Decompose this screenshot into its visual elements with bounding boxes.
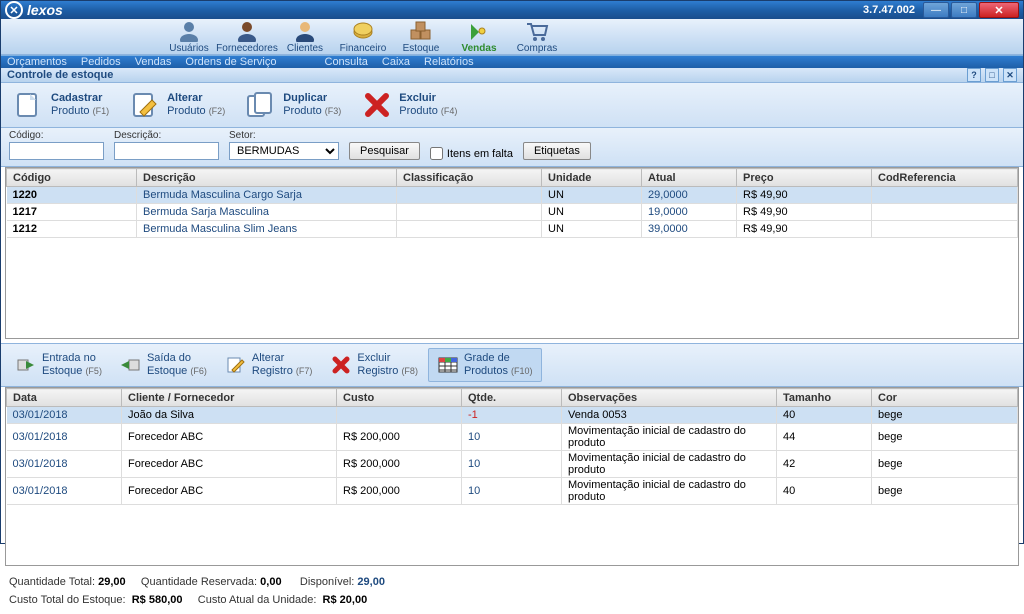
saida-estoque-button[interactable]: Saída doEstoque (F6) — [112, 349, 215, 381]
col-codreferencia[interactable]: CodReferencia — [872, 169, 1018, 187]
alterar-produto-button[interactable]: AlterarProduto (F2) — [123, 87, 237, 123]
edit-doc-icon — [129, 91, 161, 119]
setor-label: Setor: — [229, 130, 339, 141]
table-row[interactable]: 1217Bermuda Sarja MasculinaUN19,0000R$ 4… — [7, 204, 1018, 221]
nav-usuarios[interactable]: Usuários — [161, 19, 217, 54]
stock-toolbar: Entrada noEstoque (F5) Saída doEstoque (… — [1, 343, 1023, 387]
col-cf[interactable]: Cliente / Fornecedor — [122, 389, 337, 407]
col-qtde[interactable]: Qtde. — [462, 389, 562, 407]
pesquisar-button[interactable]: Pesquisar — [349, 142, 420, 160]
arrow-in-icon — [15, 355, 37, 375]
minimize-button[interactable]: — — [923, 2, 949, 18]
table-row[interactable]: 1220Bermuda Masculina Cargo SarjaUN29,00… — [7, 187, 1018, 204]
footer-summary: Quantidade Total: 29,00 Quantidade Reser… — [1, 570, 1023, 613]
nav-clientes[interactable]: Clientes — [277, 19, 333, 54]
col-cor[interactable]: Cor — [872, 389, 1018, 407]
cadastrar-produto-button[interactable]: CadastrarProduto (F1) — [7, 87, 121, 123]
excluir-produto-button[interactable]: ExcluirProduto (F4) — [355, 87, 469, 123]
titlebar: ✕ lexos 3.7.47.002 — □ ✕ — [1, 1, 1023, 19]
col-codigo[interactable]: Código — [7, 169, 137, 187]
duplicar-produto-button[interactable]: DuplicarProduto (F3) — [239, 87, 353, 123]
product-toolbar: CadastrarProduto (F1) AlterarProduto (F2… — [1, 83, 1023, 128]
col-classificacao[interactable]: Classificação — [397, 169, 542, 187]
menubar: Orçamentos Pedidos Vendas Ordens de Serv… — [1, 55, 1023, 68]
menu-orcamentos[interactable]: Orçamentos — [7, 56, 67, 68]
grid-icon — [437, 355, 459, 375]
menu-relatorios[interactable]: Relatórios — [424, 56, 474, 68]
col-atual[interactable]: Atual — [642, 169, 737, 187]
nav-compras[interactable]: Compras — [509, 19, 565, 54]
window-controls: 3.7.47.002 — □ ✕ — [863, 2, 1019, 18]
app-window: ✕ lexos 3.7.47.002 — □ ✕ Usuários Fornec… — [0, 0, 1024, 544]
new-doc-icon — [13, 91, 45, 119]
table-row[interactable]: 03/01/2018Forecedor ABCR$ 200,00010Movim… — [7, 424, 1018, 451]
col-custo[interactable]: Custo — [337, 389, 462, 407]
panel-title: Controle de estoque — [7, 69, 113, 81]
duplicate-icon — [245, 91, 277, 119]
alterar-registro-button[interactable]: AlterarRegistro (F7) — [217, 349, 321, 381]
supplier-icon — [233, 19, 261, 43]
movements-grid: Data Cliente / Fornecedor Custo Qtde. Ob… — [5, 387, 1019, 566]
stock-icon — [407, 19, 435, 43]
finance-icon — [349, 19, 377, 43]
nav-financeiro[interactable]: Financeiro — [335, 19, 391, 54]
delete-icon — [361, 91, 393, 119]
nav-vendas[interactable]: Vendas — [451, 19, 507, 54]
user-icon — [175, 19, 203, 43]
etiquetas-button[interactable]: Etiquetas — [523, 142, 591, 160]
client-icon — [291, 19, 319, 43]
col-preco[interactable]: Preço — [737, 169, 872, 187]
descricao-label: Descrição: — [114, 130, 219, 141]
close-button[interactable]: ✕ — [979, 2, 1019, 18]
table-row[interactable]: 03/01/2018Forecedor ABCR$ 200,00010Movim… — [7, 451, 1018, 478]
grade-produtos-button[interactable]: Grade deProdutos (F10) — [428, 348, 542, 382]
panel-close-button[interactable]: ✕ — [1003, 68, 1017, 82]
panel-restore-button[interactable]: □ — [985, 68, 999, 82]
cart-icon — [523, 19, 551, 43]
codigo-label: Código: — [9, 130, 104, 141]
itens-falta-checkbox[interactable]: Itens em falta — [430, 147, 513, 160]
col-tamanho[interactable]: Tamanho — [777, 389, 872, 407]
menu-ordens[interactable]: Ordens de Serviço — [185, 56, 276, 68]
menu-consulta[interactable]: Consulta — [325, 56, 368, 68]
setor-select[interactable]: BERMUDAS — [229, 142, 339, 160]
codigo-input[interactable] — [9, 142, 104, 160]
nav-fornecedores[interactable]: Fornecedores — [219, 19, 275, 54]
products-grid: Código Descrição Classificação Unidade A… — [5, 167, 1019, 339]
entrada-estoque-button[interactable]: Entrada noEstoque (F5) — [7, 349, 110, 381]
panel-header: Controle de estoque ? □ ✕ — [1, 68, 1023, 83]
delete-icon — [330, 355, 352, 375]
table-row[interactable]: 1212Bermuda Masculina Slim JeansUN39,000… — [7, 221, 1018, 238]
arrow-out-icon — [120, 355, 142, 375]
help-button[interactable]: ? — [967, 68, 981, 82]
descricao-input[interactable] — [114, 142, 219, 160]
col-unidade[interactable]: Unidade — [542, 169, 642, 187]
menu-caixa[interactable]: Caixa — [382, 56, 410, 68]
app-logo: ✕ lexos — [5, 1, 63, 19]
table-row[interactable]: 03/01/2018Forecedor ABCR$ 200,00010Movim… — [7, 478, 1018, 505]
col-obs[interactable]: Observações — [562, 389, 777, 407]
maximize-button[interactable]: □ — [951, 2, 977, 18]
main-nav: Usuários Fornecedores Clientes Financeir… — [1, 19, 1023, 55]
col-data[interactable]: Data — [7, 389, 122, 407]
menu-vendas[interactable]: Vendas — [135, 56, 172, 68]
col-descricao[interactable]: Descrição — [137, 169, 397, 187]
app-version: 3.7.47.002 — [863, 4, 915, 16]
nav-estoque[interactable]: Estoque — [393, 19, 449, 54]
excluir-registro-button[interactable]: ExcluirRegistro (F8) — [322, 349, 426, 381]
search-bar: Código: Descrição: Setor:BERMUDAS Pesqui… — [1, 128, 1023, 167]
menu-pedidos[interactable]: Pedidos — [81, 56, 121, 68]
edit-icon — [225, 355, 247, 375]
app-name: lexos — [27, 2, 63, 18]
table-row[interactable]: 03/01/2018João da Silva-1Venda 005340beg… — [7, 407, 1018, 424]
logo-mark-icon: ✕ — [5, 1, 23, 19]
sales-icon — [465, 19, 493, 43]
